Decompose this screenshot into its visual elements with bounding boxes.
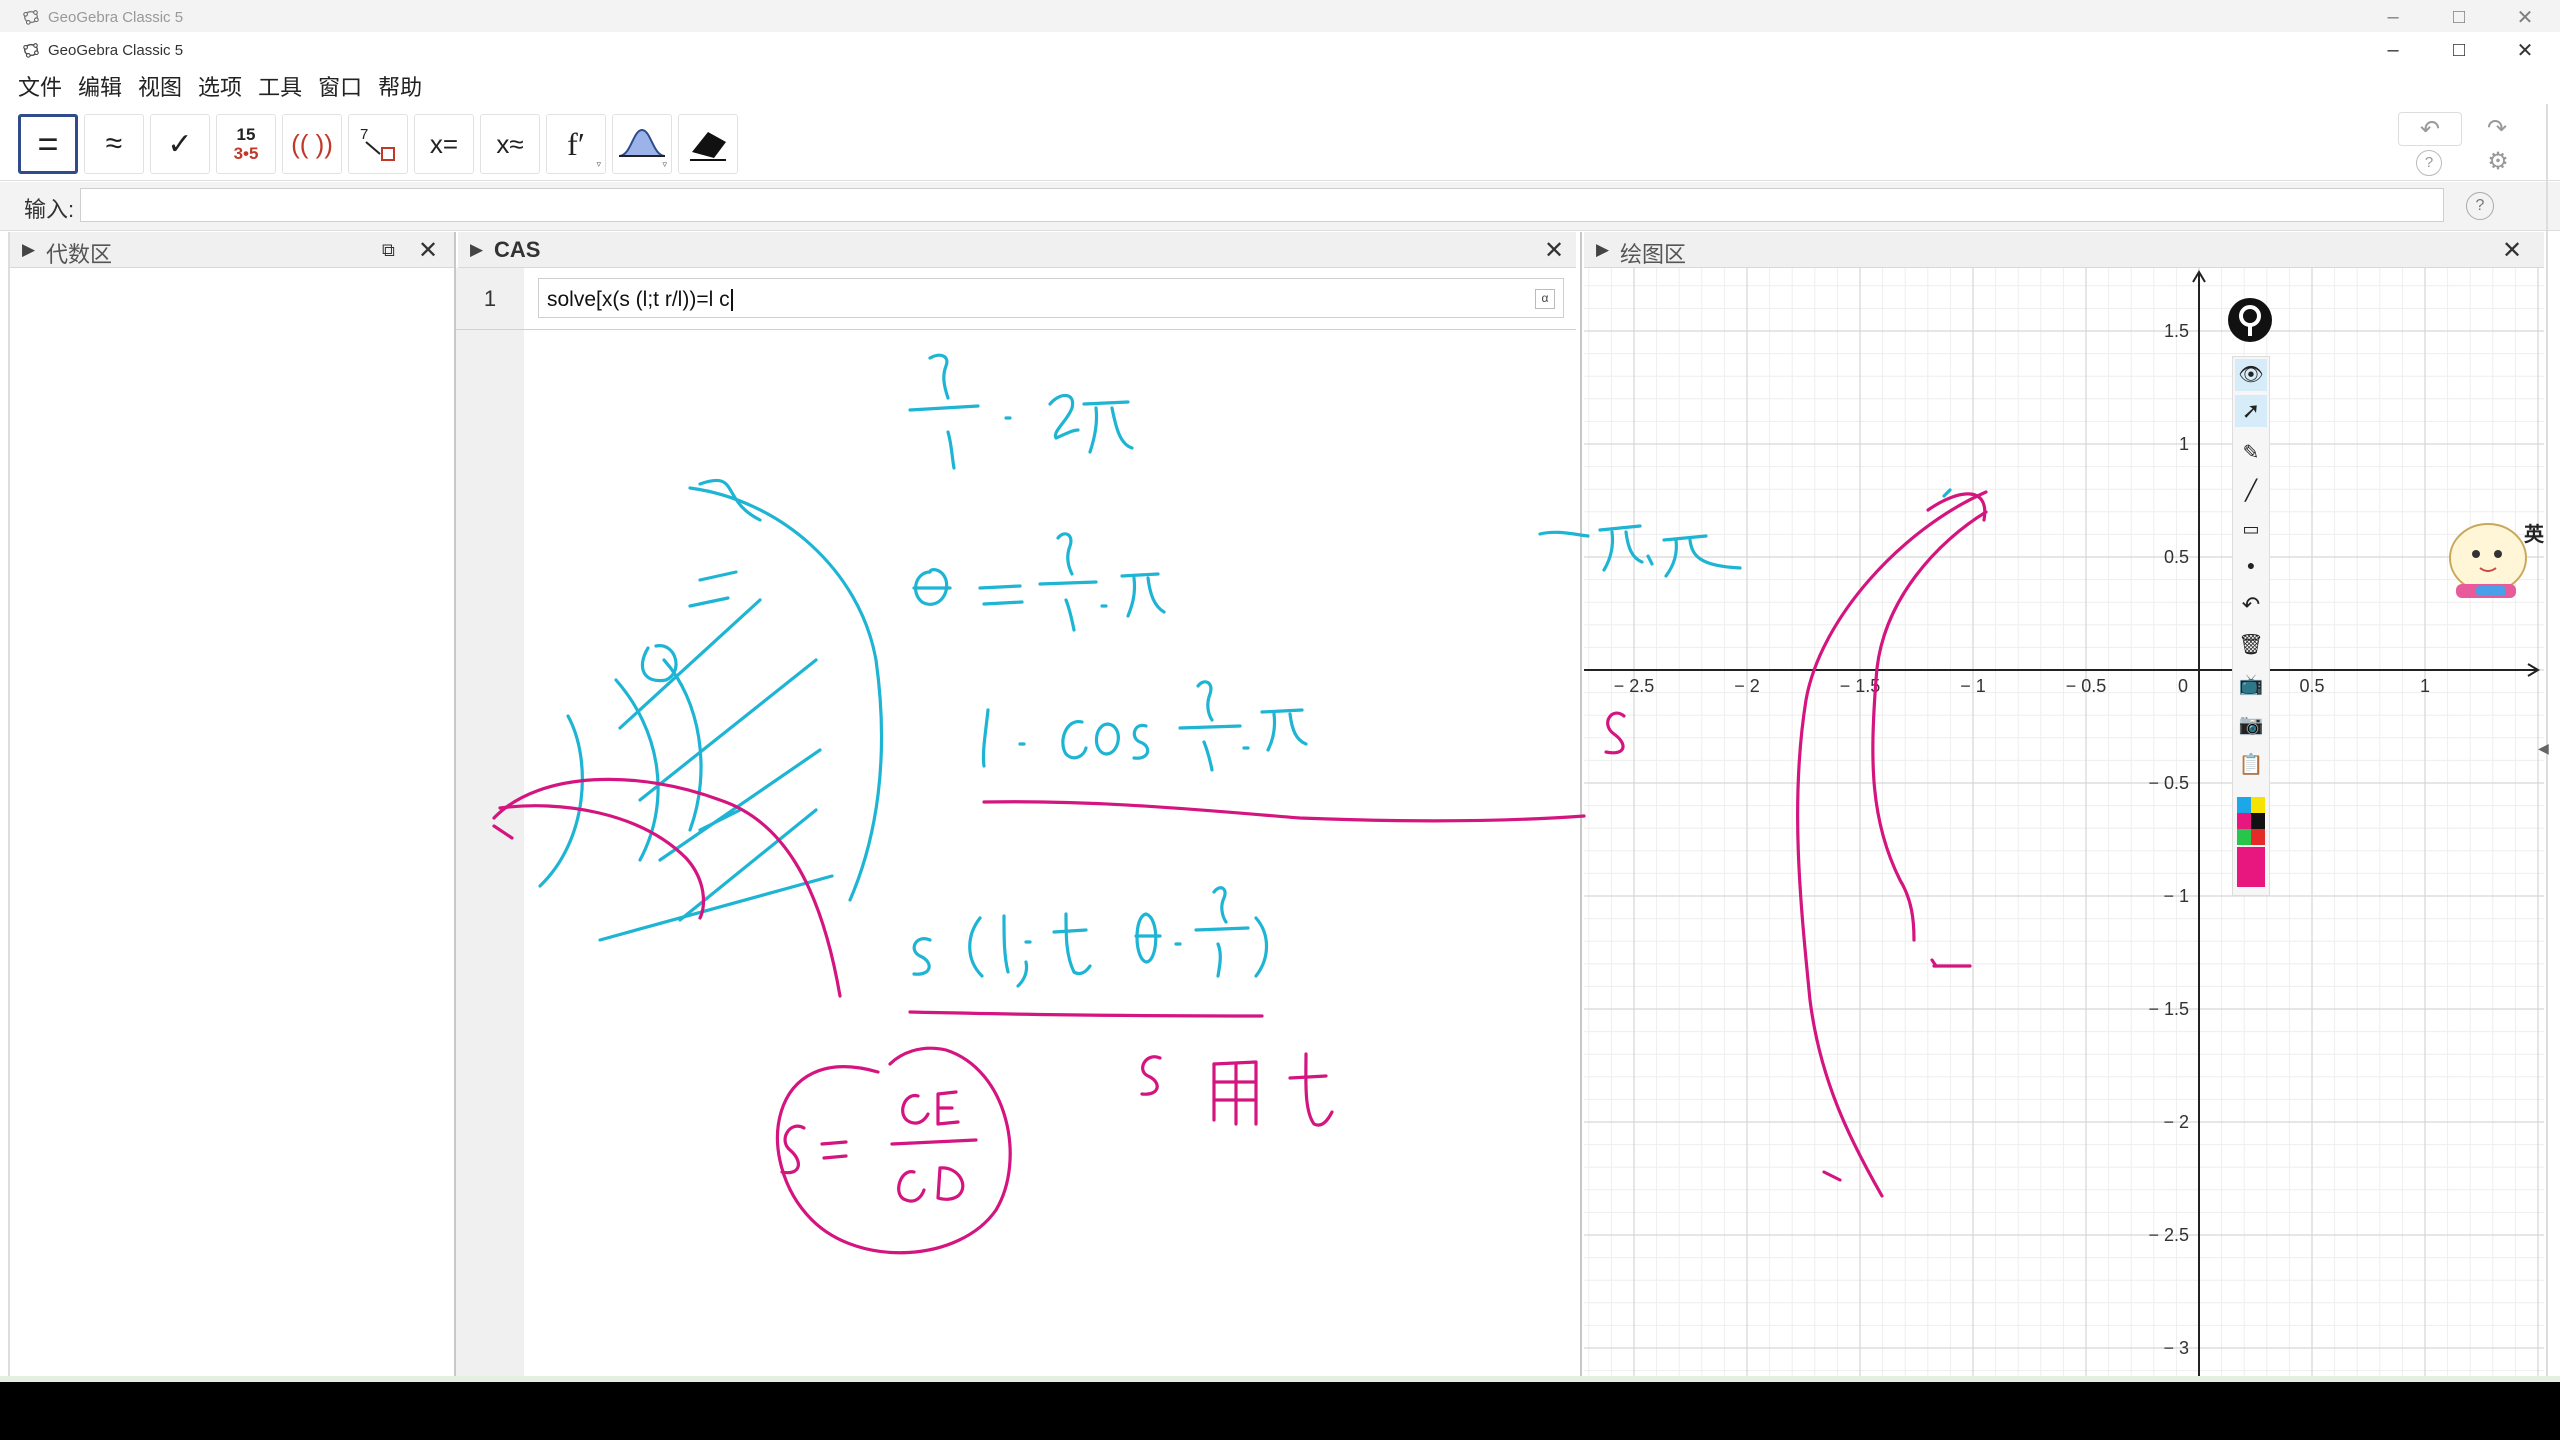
color-swatch-blue[interactable] [2237,797,2251,813]
color-swatch-magenta[interactable] [2237,813,2251,829]
taskbar-area [0,1382,2560,1440]
trash-icon[interactable]: 🗑 [2235,629,2267,661]
screen-icon[interactable]: 📺 [2235,669,2267,701]
pen-toolbar-handle[interactable] [2228,298,2272,342]
camera-icon[interactable]: 📷 [2235,709,2267,741]
eye-icon[interactable]: 👁 [2235,359,2267,391]
pen-toolbar-logo-icon [2239,305,2261,336]
ink-overlay [492,353,1988,1255]
collapse-arrow-icon[interactable]: ◀ [2538,740,2549,757]
color-swatch-black[interactable] [2251,813,2265,829]
clipboard-icon[interactable]: 📋 [2235,749,2267,781]
pen-toolbar: 👁 ➚ ✎ ╱ ▭ ● ↶ 🗑 📺 📷 📋 [2232,356,2270,896]
magenta-ink-strokes [492,490,1988,1255]
color-swatch-yellow[interactable] [2251,797,2265,813]
ime-label: 英 [2524,524,2544,546]
line-icon[interactable]: ╱ [2235,475,2267,507]
pen-icon[interactable]: ✎ [2235,437,2267,469]
eraser-pen-icon[interactable]: ▭ [2235,513,2267,545]
cyan-ink-strokes [538,353,1952,988]
dot-icon[interactable]: ● [2235,553,2267,577]
color-swatch-red[interactable] [2251,829,2265,845]
current-color-swatch[interactable] [2237,847,2265,887]
color-swatch-green[interactable] [2237,829,2251,845]
pointer-icon[interactable]: ➚ [2235,395,2267,427]
undo-pen-icon[interactable]: ↶ [2235,589,2267,621]
